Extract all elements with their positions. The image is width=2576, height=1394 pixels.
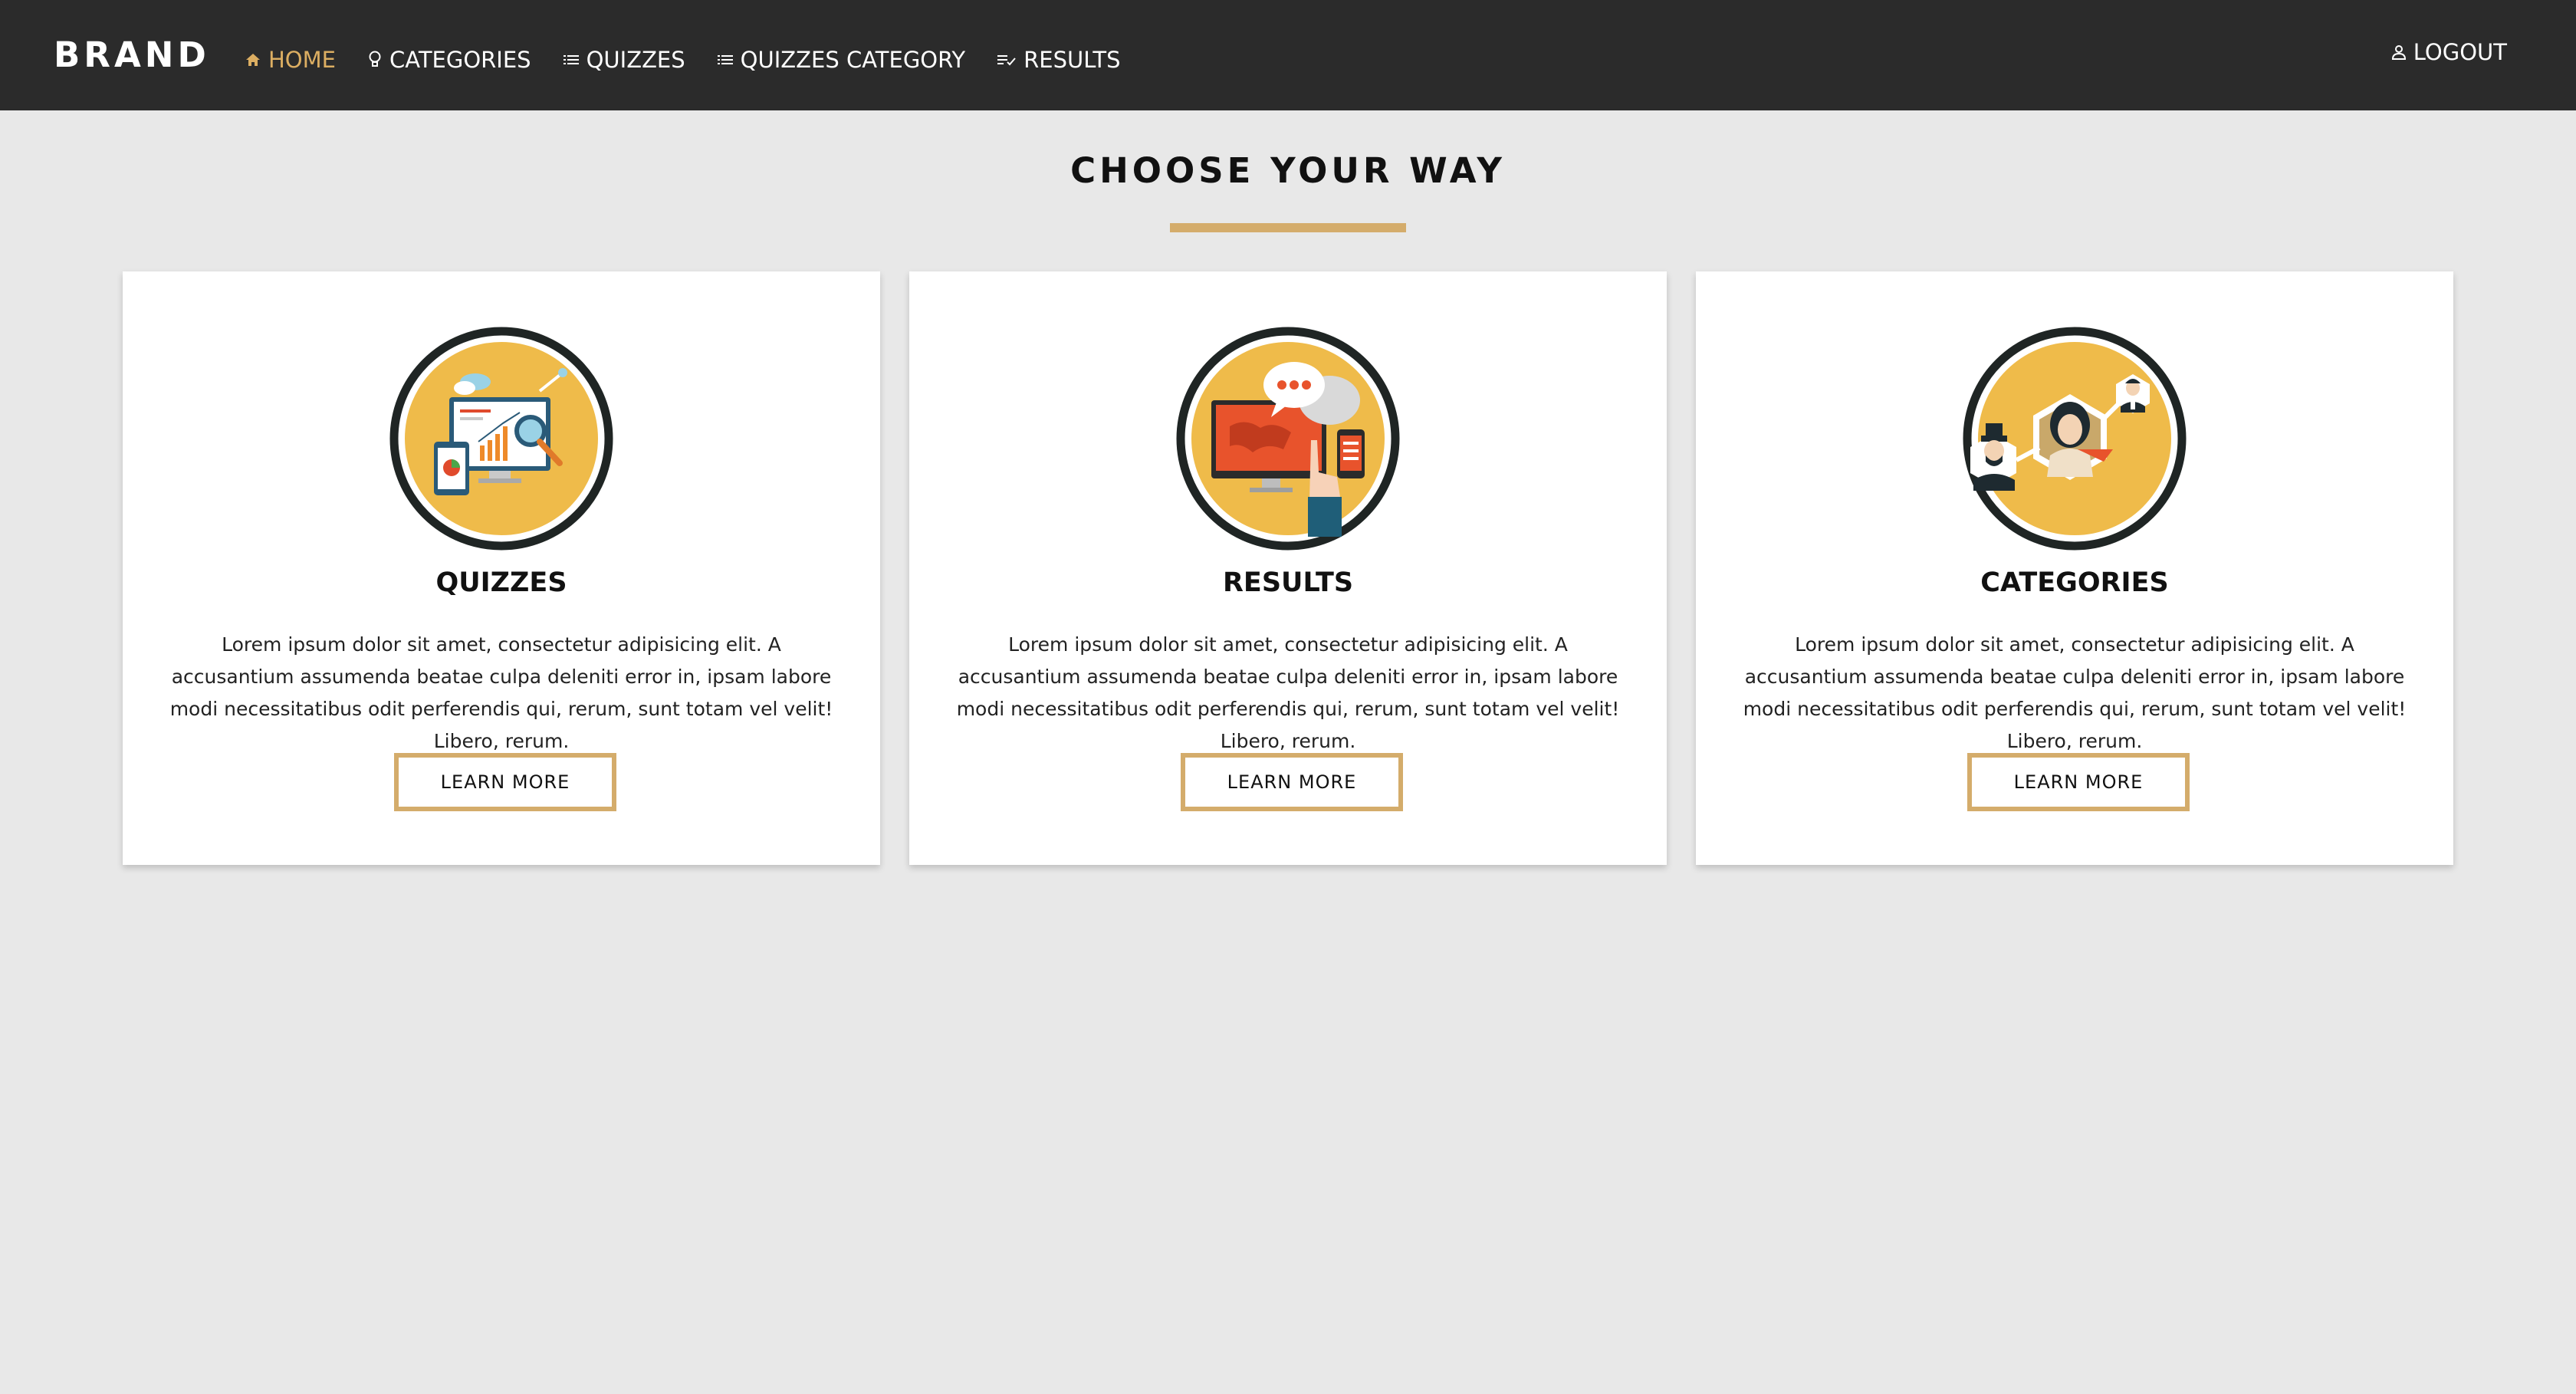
nav-item-categories[interactable]: CATEGORIES (368, 47, 531, 73)
card-quizzes: QUIZZES Lorem ipsum dolor sit amet, cons… (123, 271, 880, 865)
card-description: Lorem ipsum dolor sit amet, consectetur … (956, 633, 1620, 752)
chat-device-illustration (1176, 327, 1400, 551)
list-icon (563, 55, 579, 64)
logout-label: LOGOUT (2413, 39, 2507, 65)
nav-item-results[interactable]: RESULTS (997, 47, 1121, 73)
title-underline (1170, 223, 1406, 232)
analytics-illustration (389, 327, 613, 551)
user-icon (2391, 45, 2406, 60)
card-title: QUIZZES (435, 567, 567, 598)
checklist-icon (997, 55, 1016, 66)
home-icon (246, 54, 260, 66)
card-results: RESULTS Lorem ipsum dolor sit amet, cons… (909, 271, 1667, 865)
people-network-illustration (1963, 327, 2187, 551)
card-description: Lorem ipsum dolor sit amet, consectetur … (169, 633, 833, 752)
card-title: CATEGORIES (1980, 567, 2169, 598)
nav-item-label: QUIZZES CATEGORY (740, 47, 966, 73)
nav-item-label: CATEGORIES (389, 47, 531, 73)
learn-more-button[interactable]: LEARN MORE (394, 753, 616, 811)
nav-item-home[interactable]: HOME (245, 47, 336, 73)
nav-links: HOME CATEGORIES QUIZZES QUIZZES CATEGORY… (245, 0, 1121, 110)
nav-item-quizzes[interactable]: QUIZZES (563, 47, 685, 73)
page-title: CHOOSE YOUR WAY (1070, 150, 1506, 191)
nav-item-label: RESULTS (1024, 47, 1121, 73)
card-description: Lorem ipsum dolor sit amet, consectetur … (1743, 633, 2407, 752)
navbar: BRAND HOME CATEGORIES QUIZZES QUIZZES CA… (0, 0, 2576, 110)
list-icon (717, 55, 733, 64)
learn-more-button[interactable]: LEARN MORE (1181, 753, 1403, 811)
card-categories: CATEGORIES Lorem ipsum dolor sit amet, c… (1696, 271, 2453, 865)
nav-item-label: QUIZZES (586, 47, 685, 73)
learn-more-button[interactable]: LEARN MORE (1967, 753, 2190, 811)
nav-item-label: HOME (268, 47, 336, 73)
logout-button[interactable]: LOGOUT (2391, 0, 2507, 110)
brand-logo[interactable]: BRAND (54, 0, 210, 110)
card-title: RESULTS (1222, 567, 1354, 598)
nav-item-quizzes-category[interactable]: QUIZZES CATEGORY (717, 47, 966, 73)
bulb-icon (369, 51, 381, 67)
